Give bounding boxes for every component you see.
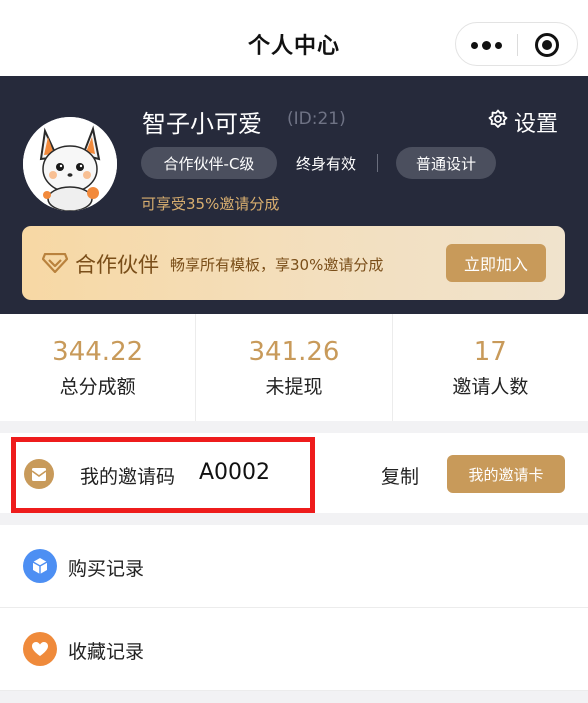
stat-total-share[interactable]: 344.22 总分成额 bbox=[0, 314, 195, 421]
my-invite-card-button[interactable]: 我的邀请卡 bbox=[447, 455, 565, 493]
profile-header: 智子小可爱 (ID:21) 设置 合作伙伴-C级 终身有效 普通设计 可享受35… bbox=[0, 76, 588, 314]
menu-divider bbox=[0, 690, 588, 691]
menu-item-purchase-records[interactable]: 购买记录 bbox=[0, 525, 588, 607]
partner-card-title: 合作伙伴 bbox=[75, 253, 159, 277]
invite-code-row: 我的邀请码 A0002 复制 我的邀请卡 bbox=[0, 433, 588, 513]
partner-card-desc: 畅享所有模板，享30%邀请分成 bbox=[170, 256, 384, 274]
join-now-button[interactable]: 立即加入 bbox=[446, 244, 546, 282]
share-rate-note: 可享受35%邀请分成 bbox=[141, 195, 280, 213]
more-options-icon[interactable] bbox=[456, 23, 516, 67]
stat-label: 总分成额 bbox=[59, 376, 136, 398]
user-name: 智子小可爱 bbox=[142, 110, 262, 138]
settings-label: 设置 bbox=[514, 112, 559, 137]
partner-promo-card: 合作伙伴 畅享所有模板，享30%邀请分成 立即加入 bbox=[22, 226, 565, 300]
design-level-tag: 普通设计 bbox=[396, 147, 496, 179]
diamond-icon bbox=[41, 252, 69, 277]
stats-panel: 344.22 总分成额 341.26 未提现 17 邀请人数 bbox=[0, 314, 588, 421]
gear-icon bbox=[488, 109, 508, 135]
menu-item-favorite-records[interactable]: 收藏记录 bbox=[0, 608, 588, 690]
user-id: (ID:21) bbox=[287, 109, 346, 129]
stat-value: 344.22 bbox=[52, 337, 144, 367]
partner-level-tag: 合作伙伴-C级 bbox=[141, 147, 277, 179]
tag-divider bbox=[377, 154, 378, 172]
close-target-icon[interactable] bbox=[535, 33, 559, 57]
stat-label: 未提现 bbox=[265, 376, 323, 398]
copy-button[interactable]: 复制 bbox=[381, 462, 419, 489]
stat-value: 17 bbox=[473, 337, 507, 367]
capsule-divider bbox=[517, 34, 518, 56]
nav-bar: 个人中心 bbox=[0, 0, 588, 76]
settings-button[interactable]: 设置 bbox=[488, 106, 558, 138]
mini-program-capsule bbox=[455, 22, 578, 66]
lifetime-validity: 终身有效 bbox=[296, 155, 357, 173]
heart-icon bbox=[23, 632, 57, 666]
menu-item-label: 收藏记录 bbox=[68, 641, 145, 663]
invite-code-highlight-box bbox=[11, 437, 315, 513]
menu-item-label: 购买记录 bbox=[68, 558, 145, 580]
cube-icon bbox=[23, 549, 57, 583]
stat-unwithdrawn[interactable]: 341.26 未提现 bbox=[195, 314, 391, 421]
stat-label: 邀请人数 bbox=[452, 376, 529, 398]
personal-center-page: 个人中心 智子小可爱 (ID:21) 设置 合作伙伴-C级 终身有效 普通设计 … bbox=[0, 0, 588, 703]
stat-invitees[interactable]: 17 邀请人数 bbox=[391, 314, 588, 421]
avatar[interactable] bbox=[23, 117, 117, 211]
stat-value: 341.26 bbox=[248, 337, 340, 367]
